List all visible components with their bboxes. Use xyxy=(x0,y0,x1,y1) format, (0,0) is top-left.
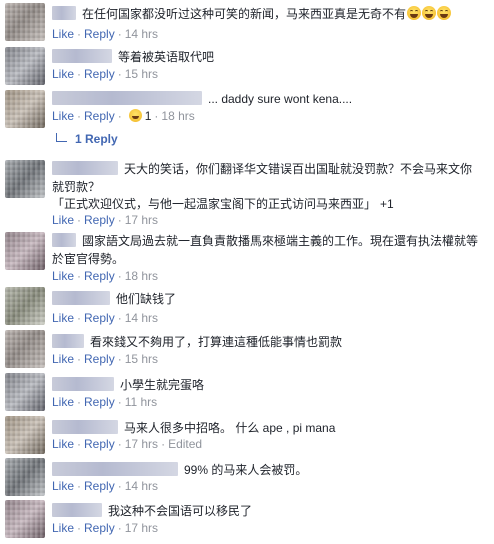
comment-text: 等着被英语取代吧 xyxy=(118,50,215,64)
avatar[interactable] xyxy=(5,373,45,411)
like-button[interactable]: Like xyxy=(52,437,74,451)
comment-text: 马来人很多中招咯。 什么 ape , pi mana xyxy=(124,421,336,435)
haha-reaction-icon[interactable] xyxy=(128,109,142,122)
comment-text: ... daddy sure wont kena.... xyxy=(208,92,353,106)
avatar[interactable] xyxy=(5,232,45,270)
reply-button[interactable]: Reply xyxy=(84,27,115,41)
reply-button[interactable]: Reply xyxy=(84,395,115,409)
comment-thread: 在任何国家都没听过这种可笑的新闻，马来西亚真是无奇不有 Like · Reply · 1… xyxy=(0,0,494,544)
timestamp[interactable]: 17 hrs xyxy=(125,521,158,535)
avatar[interactable] xyxy=(5,416,45,454)
view-replies-label[interactable]: 1 Reply xyxy=(75,132,118,146)
view-replies-link[interactable]: 1 Reply xyxy=(56,132,118,146)
avatar[interactable] xyxy=(5,458,45,496)
avatar[interactable] xyxy=(5,287,45,325)
avatar[interactable] xyxy=(5,330,45,368)
commenter-name[interactable] xyxy=(52,91,202,105)
grinning-squint-emoji xyxy=(407,6,422,20)
timestamp[interactable]: 14 hrs xyxy=(125,311,158,325)
avatar[interactable] xyxy=(5,500,45,538)
timestamp[interactable]: 18 hrs xyxy=(161,109,194,123)
comment-text: 在任何国家都没听过这种可笑的新闻，马来西亚真是无奇不有 xyxy=(82,7,407,21)
like-button[interactable]: Like xyxy=(52,27,74,41)
timestamp[interactable]: 17 hrs xyxy=(125,437,158,451)
commenter-name[interactable] xyxy=(52,462,178,476)
reply-button[interactable]: Reply xyxy=(84,269,115,283)
commenter-name[interactable] xyxy=(52,377,114,391)
like-button[interactable]: Like xyxy=(52,109,74,123)
like-button[interactable]: Like xyxy=(52,395,74,409)
commenter-name[interactable] xyxy=(52,6,76,20)
commenter-name[interactable] xyxy=(52,420,118,434)
avatar[interactable] xyxy=(5,3,45,41)
reply-button[interactable]: Reply xyxy=(84,109,115,123)
reply-button[interactable]: Reply xyxy=(84,213,115,227)
quote-plus-count: +1 xyxy=(380,197,394,211)
comment-text: 99% 的马来人会被罚。 xyxy=(184,463,308,477)
commenter-name[interactable] xyxy=(52,503,102,517)
timestamp[interactable]: 14 hrs xyxy=(125,27,158,41)
avatar[interactable] xyxy=(5,47,45,85)
like-button[interactable]: Like xyxy=(52,213,74,227)
timestamp[interactable]: 15 hrs xyxy=(125,67,158,81)
reply-button[interactable]: Reply xyxy=(84,437,115,451)
commenter-name[interactable] xyxy=(52,233,76,247)
timestamp[interactable]: 11 hrs xyxy=(125,395,157,409)
reply-arrow-icon xyxy=(56,133,67,142)
commenter-name[interactable] xyxy=(52,291,110,305)
commenter-name[interactable] xyxy=(52,161,118,175)
commenter-name[interactable] xyxy=(52,334,84,348)
timestamp[interactable]: 18 hrs xyxy=(125,269,158,283)
comment-text: 看來錢又不夠用了，打算連這種低能事情也罰款 xyxy=(90,335,343,349)
timestamp[interactable]: 14 hrs xyxy=(125,479,158,493)
avatar[interactable] xyxy=(5,90,45,128)
like-button[interactable]: Like xyxy=(52,521,74,535)
reply-button[interactable]: Reply xyxy=(84,479,115,493)
reply-button[interactable]: Reply xyxy=(84,311,115,325)
reply-button[interactable]: Reply xyxy=(84,352,115,366)
like-button[interactable]: Like xyxy=(52,479,74,493)
commenter-name[interactable] xyxy=(52,49,112,63)
comment-text: 小學生就完蛋咯 xyxy=(120,378,205,392)
like-button[interactable]: Like xyxy=(52,352,74,366)
like-button[interactable]: Like xyxy=(52,269,74,283)
like-button[interactable]: Like xyxy=(52,67,74,81)
grinning-squint-emoji xyxy=(422,6,437,20)
avatar[interactable] xyxy=(5,160,45,198)
like-button[interactable]: Like xyxy=(52,311,74,325)
comment-text: 我这种不会国语可以移民了 xyxy=(108,504,253,518)
comment-text: 他们缺钱了 xyxy=(116,292,177,306)
reply-button[interactable]: Reply xyxy=(84,521,115,535)
timestamp[interactable]: 15 hrs xyxy=(125,352,158,366)
reply-button[interactable]: Reply xyxy=(84,67,115,81)
grinning-squint-emoji xyxy=(437,6,452,20)
edited-label[interactable]: Edited xyxy=(168,437,202,451)
quoted-text: 「正式欢迎仪式，与他一起温家宝阁下的正式访问马来西亚」 xyxy=(52,197,377,211)
comment-text: 國家語文局過去就一直負責散播馬來極端主義的工作。現在還有执法權就等於宦官得勢。 xyxy=(52,234,479,266)
timestamp[interactable]: 17 hrs xyxy=(125,213,158,227)
